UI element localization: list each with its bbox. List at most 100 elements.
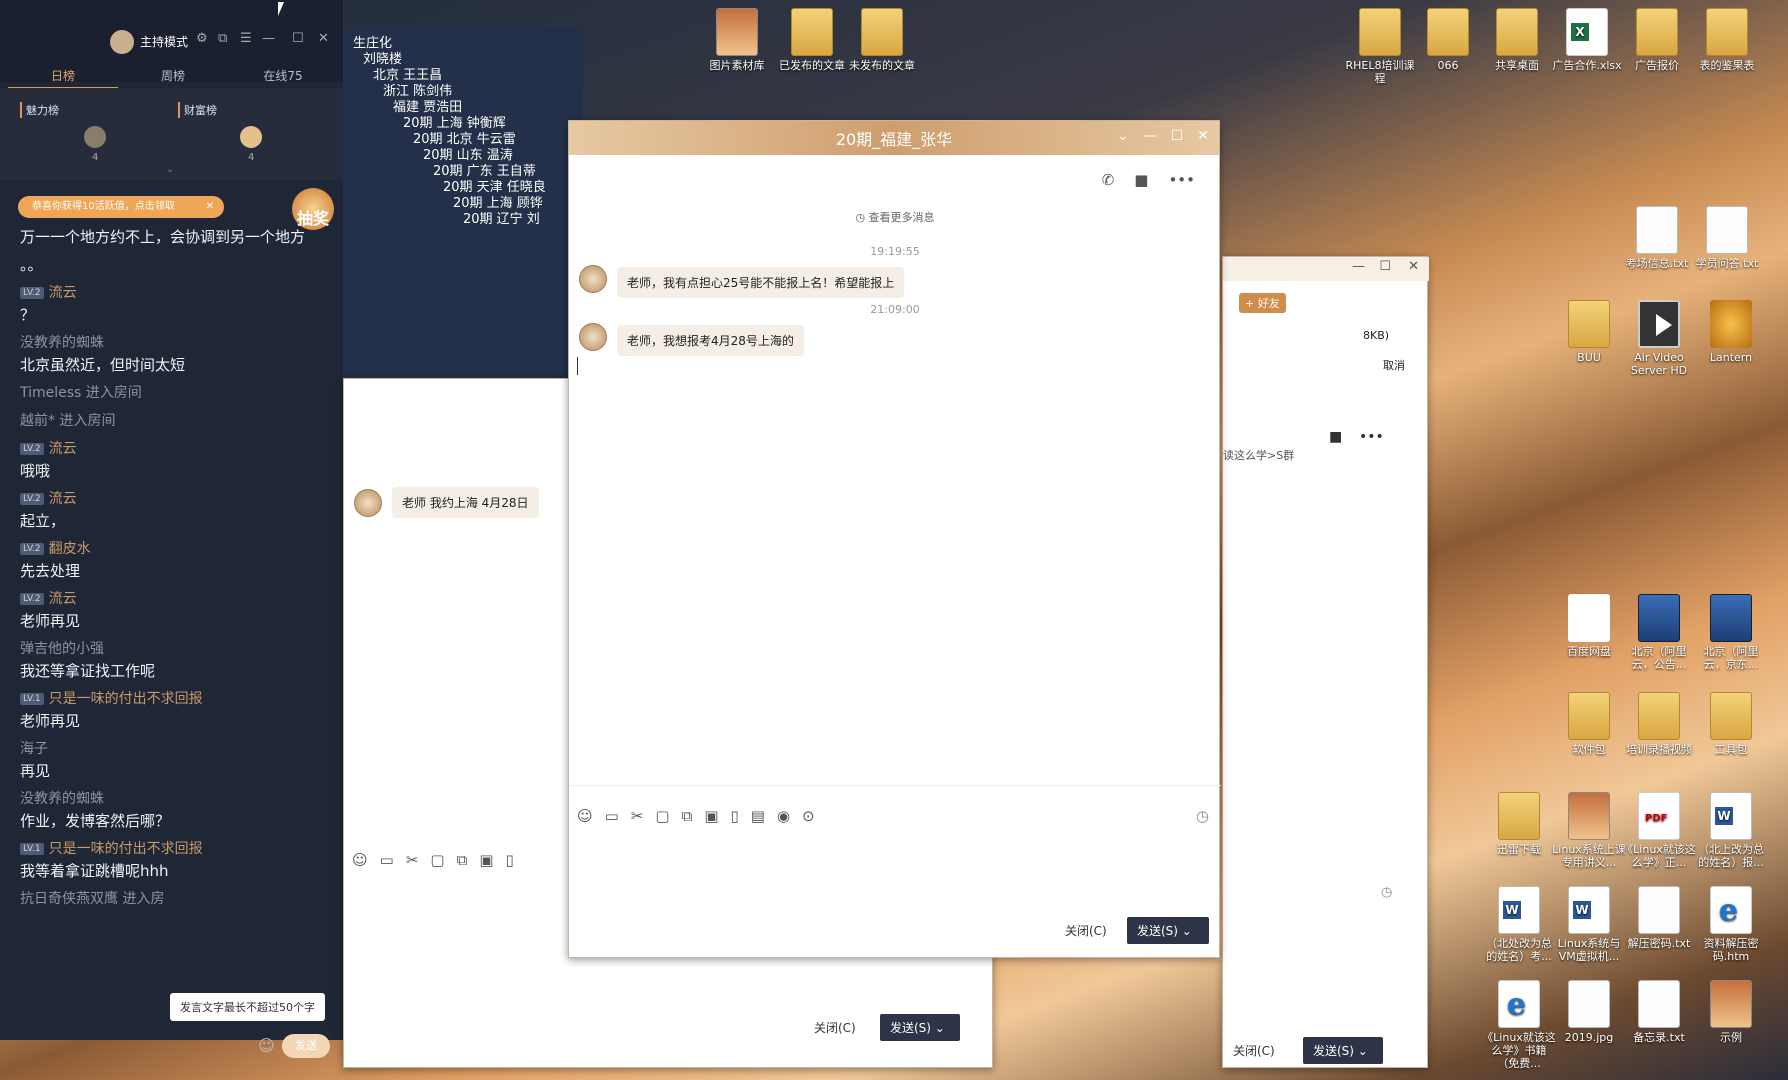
desktop-icon[interactable]: 已发布的文章: [775, 8, 849, 72]
folder-icon[interactable]: ▢: [430, 851, 444, 869]
scissors-icon[interactable]: ✂: [631, 807, 644, 825]
desktop-icon[interactable]: 软件包: [1552, 692, 1626, 756]
desktop-icon[interactable]: 图片素材库: [700, 8, 774, 72]
desktop-icon[interactable]: 066: [1411, 8, 1485, 72]
emoji-icon[interactable]: ☺: [258, 1036, 275, 1055]
chat-username[interactable]: 越前* 进入房间: [20, 410, 330, 432]
back-close-button[interactable]: 关闭(C): [804, 1014, 866, 1041]
chat-username[interactable]: 没教养的蜘蛛: [20, 788, 330, 810]
rank-left-avatar[interactable]: [84, 126, 106, 148]
minimize-icon[interactable]: —: [262, 31, 275, 46]
close-icon[interactable]: ✕: [318, 31, 329, 46]
desktop-icon[interactable]: BUU: [1552, 300, 1626, 364]
settings-icon[interactable]: ⚙: [196, 31, 208, 46]
more-icon[interactable]: •••: [1359, 429, 1384, 445]
right-window-maximize-icon[interactable]: ☐: [1379, 259, 1391, 274]
desktop-icon[interactable]: 工具包: [1694, 692, 1768, 756]
desktop-icon[interactable]: 未发布的文章: [845, 8, 919, 72]
close-button[interactable]: 关闭(C): [1055, 917, 1117, 944]
video-call-icon[interactable]: ■: [1329, 429, 1342, 445]
desktop-icon[interactable]: 广告合作.xlsx: [1550, 8, 1624, 72]
tab-online[interactable]: 在线75: [228, 64, 338, 89]
image-icon[interactable]: ▣: [479, 851, 493, 869]
chat-username[interactable]: Timeless 进入房间: [20, 382, 330, 404]
desktop-icon[interactable]: 迅雷下载: [1482, 792, 1556, 856]
contact-item[interactable]: 20期 辽宁 刘: [463, 208, 540, 227]
tab-daily[interactable]: 日榜: [8, 64, 118, 89]
screenshot-icon[interactable]: ⧉: [682, 807, 693, 825]
send-button[interactable]: 发送(S) ⌄: [1127, 917, 1209, 944]
chat-username[interactable]: LV.2 流云: [20, 488, 330, 510]
history-icon[interactable]: ◷: [1196, 807, 1209, 825]
desktop-icon[interactable]: （北上改为总的姓名）报...: [1694, 792, 1768, 869]
desktop-icon[interactable]: 《Linux就该这么学》正...: [1622, 792, 1696, 869]
chat-username[interactable]: LV.2 流云: [20, 588, 330, 610]
right-window-close-icon[interactable]: ✕: [1408, 259, 1419, 274]
banner-close-icon[interactable]: ✕: [206, 196, 214, 218]
folder-icon[interactable]: ▢: [655, 807, 669, 825]
message-input[interactable]: [575, 841, 1215, 901]
desktop-icon[interactable]: RHEL8培训课程: [1343, 8, 1417, 85]
desktop-icon[interactable]: Lantern: [1694, 300, 1768, 364]
cancel-link[interactable]: 取消: [1383, 357, 1405, 373]
chat-username[interactable]: 没教养的蜘蛛: [20, 332, 330, 354]
maximize-icon[interactable]: ☐: [1171, 128, 1184, 144]
emoji-icon[interactable]: ☺: [577, 807, 593, 825]
desktop-icon[interactable]: Linux系统上课专用讲义...: [1552, 792, 1626, 869]
desktop-icon[interactable]: 北京（阿里云，京东...: [1694, 594, 1768, 671]
add-friend-button[interactable]: + 好友: [1239, 293, 1286, 313]
menu-icon[interactable]: ☰: [240, 31, 252, 46]
desktop-icon[interactable]: 表的鉴果表: [1690, 8, 1764, 72]
desktop-icon[interactable]: 学员问答.txt: [1690, 206, 1764, 270]
music-icon[interactable]: ◉: [777, 807, 790, 825]
phone-icon[interactable]: ✆: [1102, 171, 1115, 189]
external-link-icon[interactable]: ⧉: [218, 31, 227, 46]
chat-username[interactable]: 弹吉他的小强: [20, 638, 330, 660]
desktop-icon[interactable]: 备忘录.txt: [1622, 980, 1696, 1044]
chat-username[interactable]: 海子: [20, 738, 330, 760]
gif-icon[interactable]: ▭: [380, 851, 394, 869]
chat-username[interactable]: LV.1 只是一味的付出不求回报: [20, 838, 330, 860]
emoji-icon[interactable]: ☺: [352, 851, 368, 869]
desktop-icon[interactable]: 共享桌面: [1480, 8, 1554, 72]
minimize-icon[interactable]: —: [1143, 128, 1157, 144]
chevron-down-icon[interactable]: ⌄: [166, 164, 174, 175]
lottery-button[interactable]: 抽奖: [292, 188, 334, 230]
video-call-icon[interactable]: ■: [1134, 171, 1148, 189]
right-close-button[interactable]: 关闭(C): [1223, 1037, 1285, 1064]
desktop-icon[interactable]: 2019.jpg: [1552, 980, 1626, 1044]
more-icon[interactable]: •••: [1168, 171, 1195, 189]
desktop-icon[interactable]: 考场信息.txt: [1620, 206, 1694, 270]
image-icon[interactable]: ▣: [704, 807, 718, 825]
desktop-icon[interactable]: 北京（阿里云，公告...: [1622, 594, 1696, 671]
desktop-icon[interactable]: 示例: [1694, 980, 1768, 1044]
desktop-icon[interactable]: 广告报价: [1620, 8, 1694, 72]
desktop-icon[interactable]: （北处改为总的姓名）考...: [1482, 886, 1556, 963]
chat-username[interactable]: LV.2 翻皮水: [20, 538, 330, 560]
more-tools-icon[interactable]: ⊙: [802, 807, 815, 825]
shake-icon[interactable]: ▯: [506, 851, 514, 869]
chat-username[interactable]: LV.1 只是一味的付出不求回报: [20, 688, 330, 710]
scissors-icon[interactable]: ✂: [406, 851, 419, 869]
chat-username[interactable]: 抗日奇侠燕双鹰 进入房: [20, 888, 330, 910]
desktop-icon[interactable]: 资料解压密码.htm: [1694, 886, 1768, 963]
history-icon[interactable]: ◷: [1381, 885, 1392, 900]
right-window-minimize-icon[interactable]: —: [1352, 259, 1365, 274]
chevron-down-icon[interactable]: ⌄: [1117, 128, 1129, 144]
tab-weekly[interactable]: 周榜: [118, 64, 228, 89]
chat-username[interactable]: LV.2 流云: [20, 438, 330, 460]
desktop-icon[interactable]: 培训录播视频: [1622, 692, 1696, 756]
maximize-icon[interactable]: ☐: [292, 31, 304, 46]
shake-icon[interactable]: ▯: [731, 807, 739, 825]
desktop-icon[interactable]: Air Video Server HD: [1622, 300, 1696, 377]
chat-username[interactable]: LV.2 流云: [20, 282, 330, 304]
back-send-button[interactable]: 发送(S) ⌄: [880, 1014, 960, 1041]
desktop-icon[interactable]: 百度网盘: [1552, 594, 1626, 658]
right-send-button[interactable]: 发送(S) ⌄: [1303, 1037, 1383, 1064]
desktop-icon[interactable]: 《Linux就该这么学》书籍（免费...: [1482, 980, 1556, 1070]
desktop-icon[interactable]: Linux系统与VM虚拟机...: [1552, 886, 1626, 963]
screenshot-icon[interactable]: ⧉: [457, 851, 468, 869]
gif-icon[interactable]: ▭: [605, 807, 619, 825]
desktop-icon[interactable]: 解压密码.txt: [1622, 886, 1696, 950]
calendar-icon[interactable]: ▤: [751, 807, 765, 825]
